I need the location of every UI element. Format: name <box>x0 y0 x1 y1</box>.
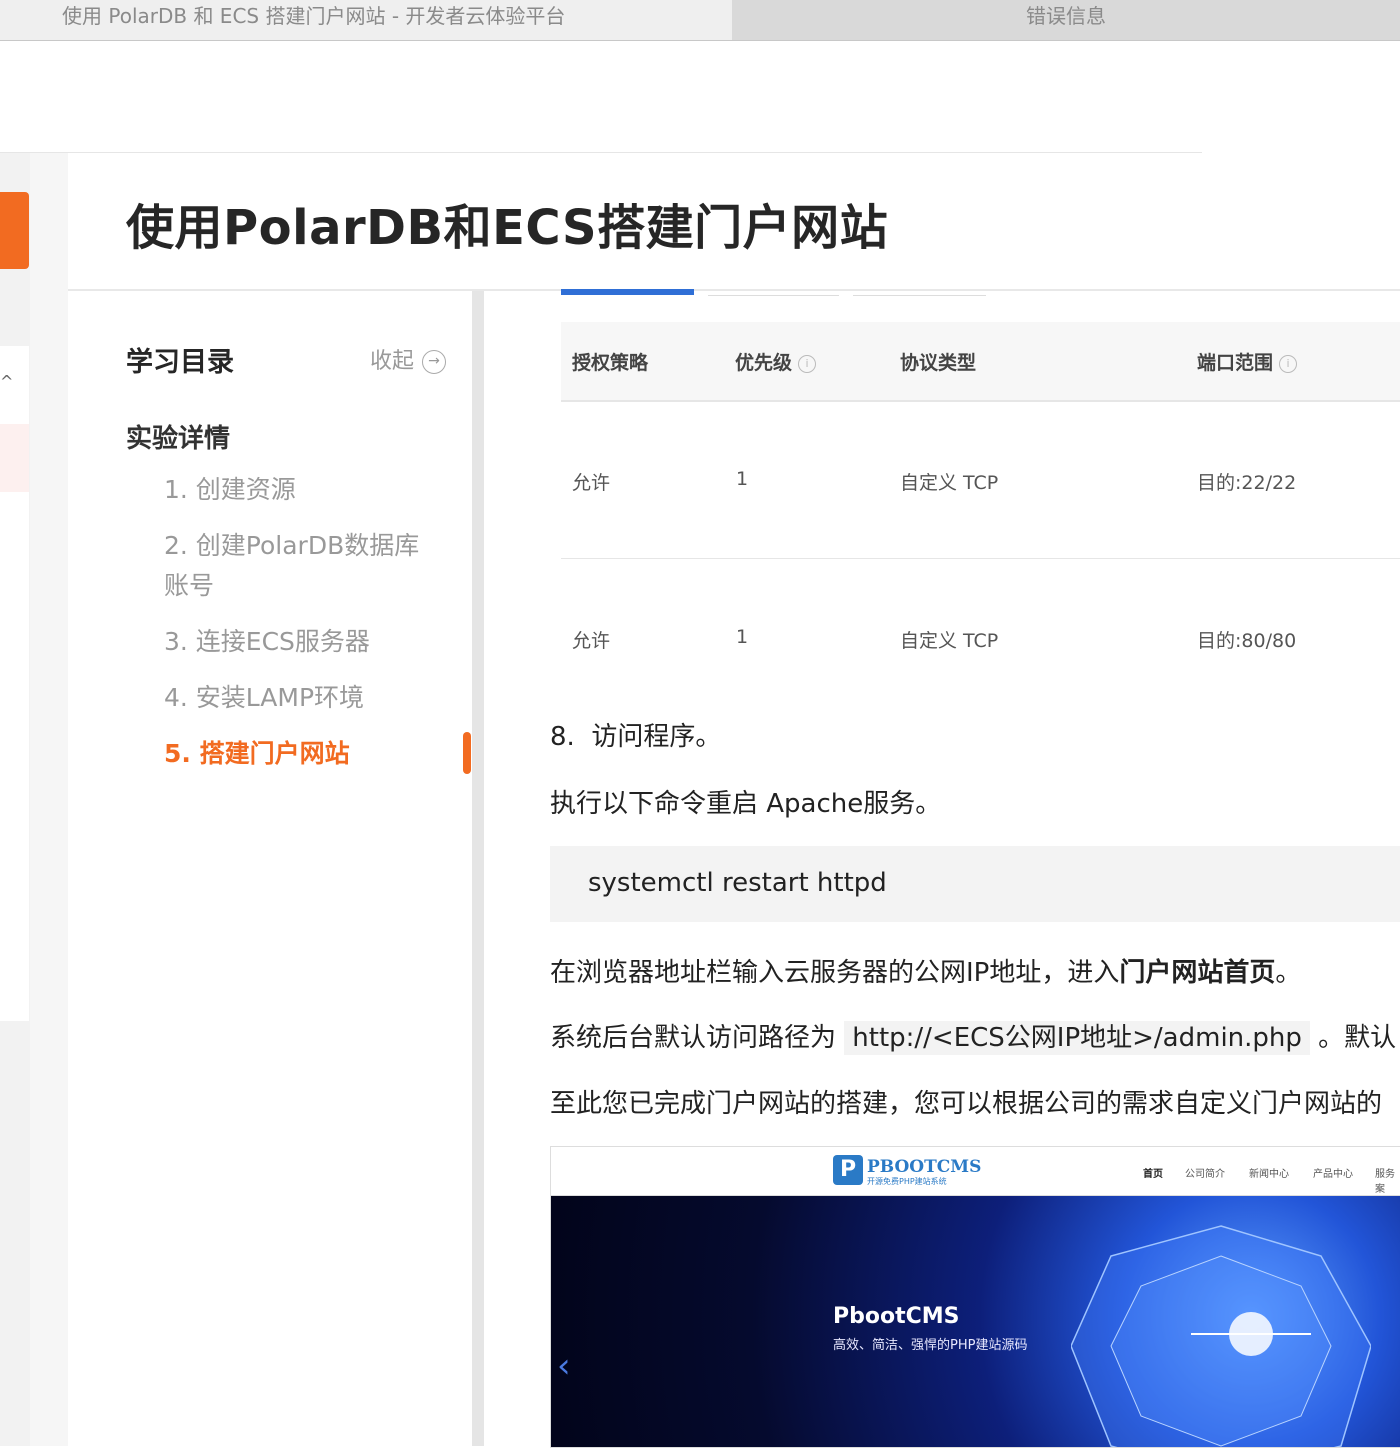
table-header-port-label: 端口范围 <box>1197 352 1274 374</box>
collapse-arrow-icon: → <box>422 350 447 374</box>
code-text: systemctl restart httpd <box>588 868 887 898</box>
table-header-port-range: 端口范围 i <box>1197 348 1298 375</box>
portal-nav-about: 公司简介 <box>1185 1169 1225 1180</box>
portal-logo-subtitle: 开源免费PHP建站系统 <box>867 1177 947 1186</box>
toc-item-create-db-account[interactable]: 2. 创建PolarDB数据库 <box>164 526 419 566</box>
table-cell: 自定义 TCP <box>900 630 999 652</box>
table-row-divider <box>561 558 1400 559</box>
table-cell: 允许 <box>572 630 611 652</box>
table-cell: 目的:22/22 <box>1197 472 1297 494</box>
info-icon[interactable]: i <box>798 354 817 373</box>
portal-nav-cases: 服务案 <box>1375 1169 1395 1195</box>
admin-text-a: 系统后台默认访问路径为 <box>550 1023 845 1053</box>
toc-item-connect-ecs[interactable]: 3. 连接ECS服务器 <box>164 622 370 662</box>
portal-hero-banner: PbootCMS 高效、简洁、强悍的PHP建站源码 ‹ <box>551 1196 1400 1447</box>
collapse-label: 收起 <box>370 349 415 374</box>
browser-tab-active[interactable]: 使用 PolarDB 和 ECS 搭建门户网站 - 开发者云体验平台 <box>0 0 732 40</box>
portal-nav-news: 新闻中心 <box>1249 1169 1289 1180</box>
step-heading: 8. 访问程序。 <box>550 716 721 753</box>
caret-up-icon[interactable]: ^ <box>0 372 13 391</box>
table-cell: 自定义 TCP <box>900 472 999 494</box>
restart-instruction: 执行以下命令重启 Apache服务。 <box>550 789 942 819</box>
collapse-toc-button[interactable]: 收起 → <box>370 343 447 375</box>
left-panel-accent-tab[interactable] <box>0 192 29 269</box>
portal-nav-products: 产品中心 <box>1313 1169 1353 1180</box>
toc-item-install-lamp[interactable]: 4. 安装LAMP环境 <box>164 678 364 718</box>
page-gutter <box>30 152 68 1446</box>
table-cell: 允许 <box>572 472 611 494</box>
table-tab[interactable] <box>708 289 839 296</box>
browser-text-c: 。 <box>1275 958 1302 988</box>
table-tab[interactable] <box>853 289 986 296</box>
hero-title: PbootCMS <box>833 1304 960 1329</box>
toc-active-marker <box>463 732 471 774</box>
step-title: 访问程序。 <box>591 722 722 752</box>
table-cell: 目的:80/80 <box>1197 630 1297 652</box>
browser-tab-inactive[interactable]: 错误信息 <box>732 0 1400 40</box>
browser-instruction: 在浏览器地址栏输入云服务器的公网IP地址，进入门户网站首页。 <box>550 952 1301 989</box>
table-cell: 1 <box>736 468 749 490</box>
hero-polygon-graphic <box>1071 1225 1371 1447</box>
page-title: 使用PolarDB和ECS搭建门户网站 <box>126 200 889 256</box>
toc-item-create-db-account-cont[interactable]: 账号 <box>164 566 214 606</box>
portal-homepage-text: 门户网站首页 <box>1119 958 1276 988</box>
toc-section-heading: 实验详情 <box>126 424 231 454</box>
table-header-priority-label: 优先级 <box>735 352 793 374</box>
toc-title: 学习目录 <box>126 347 234 378</box>
table-header-policy: 授权策略 <box>572 352 649 374</box>
portal-nav-home: 首页 <box>1143 1169 1163 1180</box>
left-panel-strip-highlight <box>0 424 29 492</box>
toc-sidebar <box>68 291 472 1446</box>
code-block[interactable]: systemctl restart httpd <box>550 846 1400 922</box>
portal-logo-text: PBOOTCMS <box>867 1157 982 1177</box>
admin-text-c: 。默认 <box>1309 1023 1397 1053</box>
portal-navbar: P PBOOTCMS 开源免费PHP建站系统 首页 公司简介 新闻中心 产品中心… <box>551 1147 1400 1196</box>
table-header-priority: 优先级 i <box>735 348 817 375</box>
browser-tab-bar: 使用 PolarDB 和 ECS 搭建门户网站 - 开发者云体验平台 错误信息 <box>0 0 1400 41</box>
info-icon[interactable]: i <box>1279 354 1298 373</box>
admin-url-code: http://<ECS公网IP地址>/admin.php <box>844 1021 1310 1055</box>
portal-screenshot: P PBOOTCMS 开源免费PHP建站系统 首页 公司简介 新闻中心 产品中心… <box>550 1146 1400 1448</box>
header-divider <box>0 152 1202 153</box>
toc-item-create-resources[interactable]: 1. 创建资源 <box>164 470 296 510</box>
table-header-protocol: 协议类型 <box>900 352 977 374</box>
admin-instruction: 系统后台默认访问路径为 http://<ECS公网IP地址>/admin.php… <box>550 1017 1397 1055</box>
step-number: 8. <box>550 722 575 752</box>
table-tab-active[interactable] <box>561 289 694 295</box>
chevron-left-icon: ‹ <box>557 1346 571 1386</box>
completion-text: 至此您已完成门户网站的搭建，您可以根据公司的需求自定义门户网站的 <box>550 1089 1383 1119</box>
sidebar-scrollbar[interactable] <box>472 291 484 1446</box>
browser-text-a: 在浏览器地址栏输入云服务器的公网IP地址，进入 <box>550 958 1120 988</box>
toc-item-build-portal[interactable]: 5. 搭建门户网站 <box>164 734 350 774</box>
pbootcms-logo-icon: P <box>833 1155 863 1185</box>
table-cell: 1 <box>736 626 749 648</box>
hero-subtitle: 高效、简洁、强悍的PHP建站源码 <box>833 1338 1028 1353</box>
